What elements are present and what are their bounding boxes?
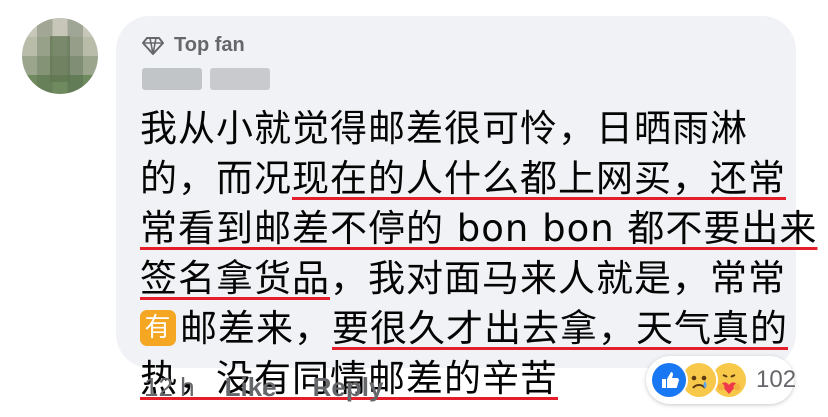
like-button[interactable]: Like	[225, 372, 277, 403]
comment-text-segment: ，我对面马来人就是，常常	[330, 257, 786, 300]
comment-line: 有邮差来，要很久才出去拿，天气真的	[140, 304, 787, 354]
comment-line: 签名拿货品，我对面马来人就是，常常	[140, 254, 785, 304]
underlined-segment: 现在的人什么都上网买，还常	[292, 157, 786, 200]
avatar[interactable]	[22, 18, 98, 94]
reply-button[interactable]: Reply	[313, 372, 384, 403]
timestamp[interactable]: 12 h	[144, 372, 195, 403]
comment-line: 常看到邮差不停的 bon bon 都不要出来	[140, 204, 816, 254]
comment-line: 我从小就觉得邮差很可怜，日晒雨淋	[140, 104, 780, 154]
top-fan-label: Top fan	[174, 34, 245, 56]
have-emoji: 有	[140, 309, 176, 346]
underlined-segment: 签名拿货品	[140, 257, 330, 300]
underlined-segment: 常看到邮差不停的 bon bon 都不要出来	[140, 207, 818, 250]
author-name-part	[142, 68, 202, 90]
reaction-count: 102	[756, 366, 797, 393]
author-name-blurred[interactable]	[142, 68, 270, 90]
top-fan-badge: Top fan	[142, 34, 245, 57]
diamond-icon	[142, 36, 164, 55]
comment-text-segment: 的，而况	[140, 157, 292, 200]
comment-text-segment: 我从小就觉得邮差很可怜，日晒雨淋	[140, 107, 748, 150]
like-icon	[650, 361, 688, 399]
author-name-part	[210, 68, 270, 90]
comment-actions: 12 h Like Reply	[144, 372, 419, 403]
comment-text-segment: 邮差来，	[180, 307, 332, 350]
reaction-icons	[650, 361, 748, 399]
comment-bubble: Top fan 我从小就觉得邮差很可怜，日晒雨淋 的，而况现在的人什么都上网买，…	[116, 16, 816, 400]
reactions-summary[interactable]: 102	[646, 356, 797, 404]
comment-line: 的，而况现在的人什么都上网买，还常	[140, 154, 785, 204]
underlined-segment: 要很久才出去拿，天气真的	[332, 307, 788, 350]
